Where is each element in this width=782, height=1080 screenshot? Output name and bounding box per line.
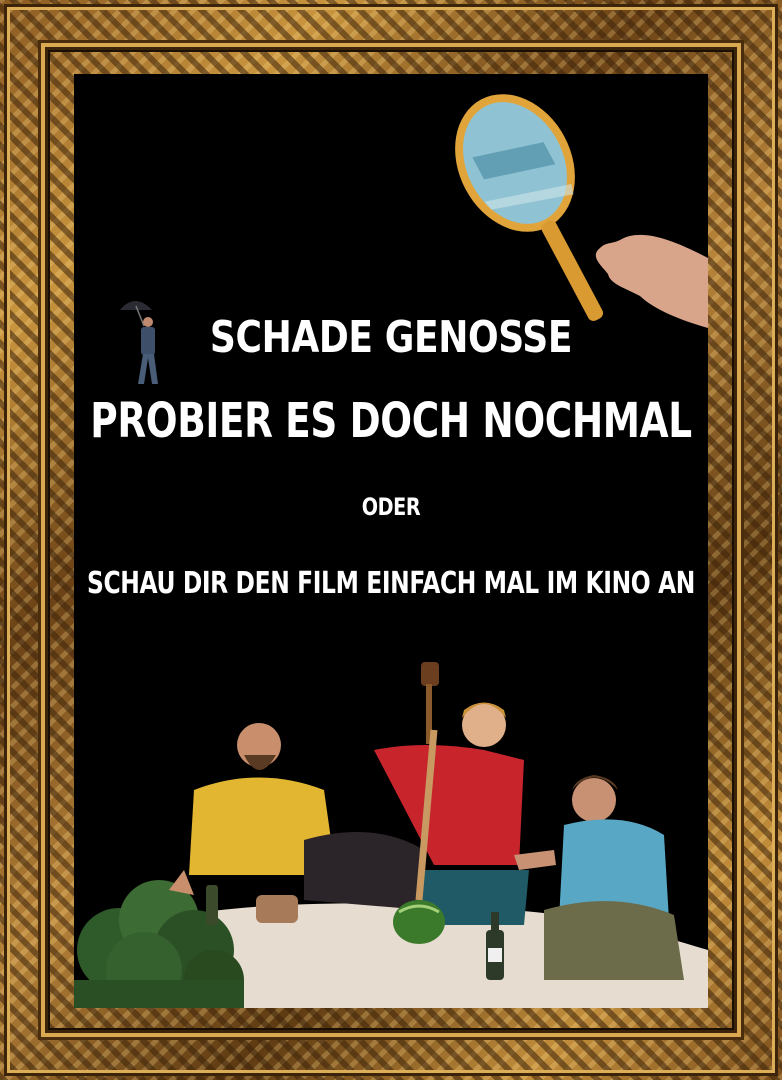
headline-line-1: SCHADE GENOSSE bbox=[209, 312, 573, 363]
shrub bbox=[74, 880, 244, 1008]
hand-mirror-illustration bbox=[455, 94, 708, 328]
bread-stack bbox=[256, 895, 298, 923]
headline-line-4: SCHAU DIR DEN FILM EINFACH MAL IM KINO A… bbox=[87, 566, 695, 601]
umbrella-icon bbox=[120, 301, 152, 310]
small-bottle bbox=[206, 885, 218, 925]
headline-oder: ODER bbox=[361, 493, 421, 521]
headline-line-2: PROBIER ES DOCH NOCHMAL bbox=[90, 393, 692, 449]
mirror-handle bbox=[541, 220, 604, 321]
picnic-scene-illustration bbox=[74, 662, 708, 1008]
poster: SCHADE GENOSSE PROBIER ES DOCH NOCHMAL O… bbox=[0, 0, 782, 1080]
